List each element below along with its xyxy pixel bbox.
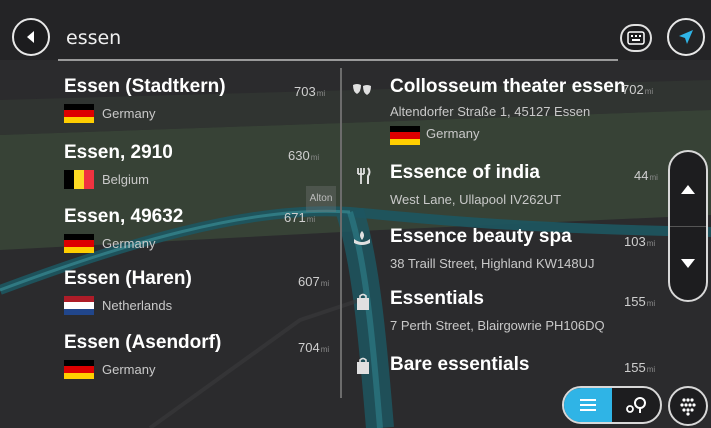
result-distance: 702mi [622, 82, 653, 97]
distance-value: 702 [622, 82, 644, 97]
distance-value: 703 [294, 84, 316, 99]
distance-unit: mi [646, 239, 656, 248]
distance-unit: mi [320, 345, 330, 354]
result-title: Essen, 2910 [64, 142, 173, 163]
flag-icon [64, 104, 94, 123]
list-item[interactable]: Essence of india West Lane, Ullapool IV2… [344, 162, 662, 218]
distance-unit: mi [646, 299, 656, 308]
flag-icon [64, 360, 94, 379]
distance-value: 103 [624, 234, 646, 249]
result-address: Altendorfer Straße 1, 45127 Essen [390, 104, 591, 119]
scroll-down-button[interactable] [670, 226, 706, 300]
back-arrow-icon [27, 31, 34, 43]
scroll-controls [668, 150, 708, 302]
result-title: Essence of india [390, 162, 540, 183]
shopping-bag-icon [353, 356, 373, 376]
search-input[interactable]: essen [66, 27, 121, 49]
distance-value: 44 [634, 168, 649, 183]
result-distance: 630mi [288, 148, 319, 163]
list-view-icon [580, 399, 596, 411]
list-item[interactable]: Essen, 49632 Germany 671mi [0, 206, 340, 266]
column-divider [340, 68, 342, 398]
flag-icon [64, 296, 94, 315]
result-distance: 671mi [284, 210, 315, 225]
list-item[interactable]: Essen (Asendorf) Germany 704mi [0, 332, 340, 392]
result-title: Bare essentials [390, 354, 530, 375]
result-title: Essen (Stadtkern) [64, 76, 226, 97]
result-country: Germany [426, 126, 480, 141]
result-distance: 607mi [298, 274, 329, 289]
distance-unit: mi [316, 89, 326, 98]
result-distance: 155mi [624, 294, 655, 309]
distance-unit: mi [320, 279, 330, 288]
search-bar: essen [0, 0, 711, 61]
shopping-bag-icon [353, 292, 373, 312]
flag-icon [390, 126, 420, 145]
result-distance: 155mi [624, 360, 655, 375]
distance-value: 704 [298, 340, 320, 355]
view-toggle [562, 386, 662, 424]
result-country: Germany [102, 362, 156, 377]
restaurant-icon [354, 166, 374, 186]
result-distance: 704mi [298, 340, 329, 355]
list-item[interactable]: Essence beauty spa 38 Traill Street, Hig… [344, 226, 662, 282]
keyboard-icon [627, 31, 645, 45]
chevron-down-icon [681, 258, 695, 268]
main-menu-icon [680, 398, 696, 416]
result-address: 38 Traill Street, Highland KW148UJ [390, 256, 595, 271]
result-title: Essen, 49632 [64, 206, 184, 227]
result-country: Germany [102, 236, 156, 251]
list-item[interactable]: Collosseum theater essen Altendorfer Str… [344, 76, 662, 148]
spa-icon [352, 228, 372, 248]
distance-value: 155 [624, 360, 646, 375]
result-country: Germany [102, 106, 156, 121]
flag-icon [64, 234, 94, 253]
result-title: Collosseum theater essen [390, 76, 626, 97]
result-country: Belgium [102, 172, 149, 187]
distance-unit: mi [644, 87, 654, 96]
distance-value: 155 [624, 294, 646, 309]
distance-value: 630 [288, 148, 310, 163]
result-title: Essence beauty spa [390, 226, 572, 247]
navigate-button[interactable] [667, 18, 705, 56]
theater-masks-icon [352, 80, 372, 100]
result-address: West Lane, Ullapool IV262UT [390, 192, 562, 207]
list-item[interactable]: Essentials 7 Perth Street, Blairgowrie P… [344, 288, 662, 344]
back-button[interactable] [12, 18, 50, 56]
list-item[interactable]: Essen (Stadtkern) Germany 703mi [0, 76, 340, 136]
map-view-button[interactable] [612, 388, 660, 422]
result-country: Netherlands [102, 298, 173, 313]
keyboard-button[interactable] [620, 24, 652, 52]
result-title: Essen (Asendorf) [64, 332, 222, 353]
list-item[interactable]: Essen (Haren) Netherlands 607mi [0, 268, 340, 328]
distance-value: 671 [284, 210, 306, 225]
distance-unit: mi [649, 173, 658, 182]
navigation-arrow-icon [679, 30, 693, 44]
map-view-icon [626, 397, 646, 413]
distance-unit: mi [646, 365, 656, 374]
distance-value: 607 [298, 274, 320, 289]
result-title: Essentials [390, 288, 484, 309]
result-address: 7 Perth Street, Blairgowrie PH106DQ [390, 318, 605, 333]
result-distance: 103mi [624, 234, 655, 249]
list-view-button[interactable] [564, 388, 612, 422]
chevron-up-icon [681, 185, 695, 194]
search-input-underline [58, 59, 618, 61]
result-title: Essen (Haren) [64, 268, 192, 289]
main-menu-button[interactable] [668, 386, 708, 426]
distance-unit: mi [306, 215, 316, 224]
result-distance: 44mi [634, 168, 658, 183]
distance-unit: mi [310, 153, 320, 162]
scroll-up-button[interactable] [670, 152, 706, 226]
result-distance: 703mi [294, 84, 325, 99]
flag-icon [64, 170, 94, 189]
list-item[interactable]: Essen, 2910 Belgium 630mi [0, 142, 340, 202]
